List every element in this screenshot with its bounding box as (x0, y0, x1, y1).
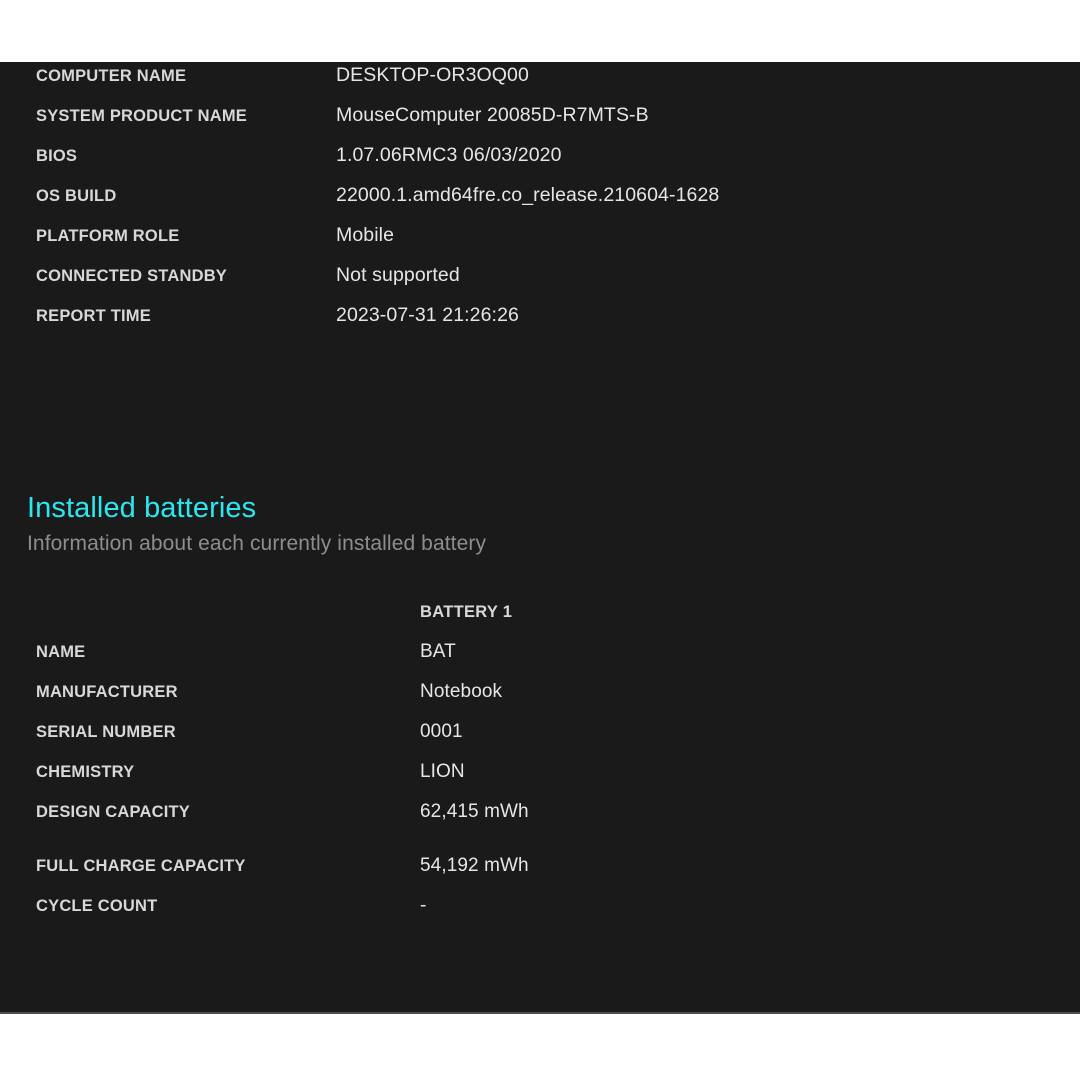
row-label: CHEMISTRY (36, 763, 135, 781)
row-label: NAME (36, 643, 86, 661)
row-label: CONNECTED STANDBY (36, 267, 228, 285)
row-label: PLATFORM ROLE (36, 227, 180, 245)
table-row: NAME BAT (0, 641, 1080, 681)
table-row: BIOS 1.07.06RMC3 06/03/2020 (0, 144, 1080, 184)
row-value: Not supported (336, 264, 460, 286)
table-row: CONNECTED STANDBY Not supported (0, 264, 1080, 304)
row-value: BAT (420, 641, 456, 662)
table-row: SYSTEM PRODUCT NAME MouseComputer 20085D-… (0, 104, 1080, 144)
row-value: 1.07.06RMC3 06/03/2020 (336, 144, 562, 166)
table-row: MANUFACTURER Notebook (0, 681, 1080, 721)
section-subtitle-installed-batteries: Information about each currently install… (27, 532, 487, 555)
battery-report-page: COMPUTER NAME DESKTOP-OR3OQ00 SYSTEM PRODU… (0, 62, 1080, 1014)
row-value: Notebook (420, 681, 503, 702)
table-row: DESIGN CAPACITY 62,415 mWh (0, 801, 1080, 841)
row-value: Mobile (336, 224, 395, 246)
table-row: COMPUTER NAME DESKTOP-OR3OQ00 (0, 64, 1080, 104)
installed-batteries-section: Installed batteries Information about ea… (0, 490, 1080, 559)
table-row: SERIAL NUMBER 0001 (0, 721, 1080, 761)
row-value: DESKTOP-OR3OQ00 (336, 64, 529, 86)
table-row: PLATFORM ROLE Mobile (0, 224, 1080, 264)
table-row: CYCLE COUNT - (0, 895, 1080, 935)
row-label: BIOS (36, 147, 78, 165)
row-value: 62,415 mWh (420, 801, 529, 822)
row-label: COMPUTER NAME (36, 67, 187, 85)
row-value: 54,192 mWh (420, 855, 529, 876)
row-value: LION (420, 761, 465, 782)
row-label: SERIAL NUMBER (36, 723, 176, 741)
table-row: FULL CHARGE CAPACITY 54,192 mWh (0, 855, 1080, 895)
battery-table-header-row: BATTERY 1 (0, 603, 1080, 641)
table-row: OS BUILD 22000.1.amd64fre.co_release.2106… (0, 184, 1080, 224)
row-label: CYCLE COUNT (36, 897, 158, 915)
row-value: 2023-07-31 21:26:26 (336, 304, 519, 326)
row-label: FULL CHARGE CAPACITY (36, 857, 246, 875)
battery-column-header: BATTERY 1 (420, 603, 513, 621)
row-value: 0001 (420, 721, 463, 742)
row-label: DESIGN CAPACITY (36, 803, 190, 821)
row-value: MouseComputer 20085D-R7MTS-B (336, 104, 649, 126)
row-label: REPORT TIME (36, 307, 151, 325)
row-label: OS BUILD (36, 187, 117, 205)
section-title-installed-batteries: Installed batteries (27, 492, 257, 524)
row-label: MANUFACTURER (36, 683, 178, 701)
table-row: REPORT TIME 2023-07-31 21:26:26 (0, 304, 1080, 344)
row-value: - (420, 895, 427, 916)
row-value: 22000.1.amd64fre.co_release.210604-1628 (336, 184, 720, 206)
battery-details-table: BATTERY 1 NAME BAT MANUFACTURER Notebook SER… (0, 603, 1080, 935)
table-row: CHEMISTRY LION (0, 761, 1080, 801)
system-summary-table: COMPUTER NAME DESKTOP-OR3OQ00 SYSTEM PRODU… (0, 64, 1080, 344)
row-label: SYSTEM PRODUCT NAME (36, 107, 247, 125)
